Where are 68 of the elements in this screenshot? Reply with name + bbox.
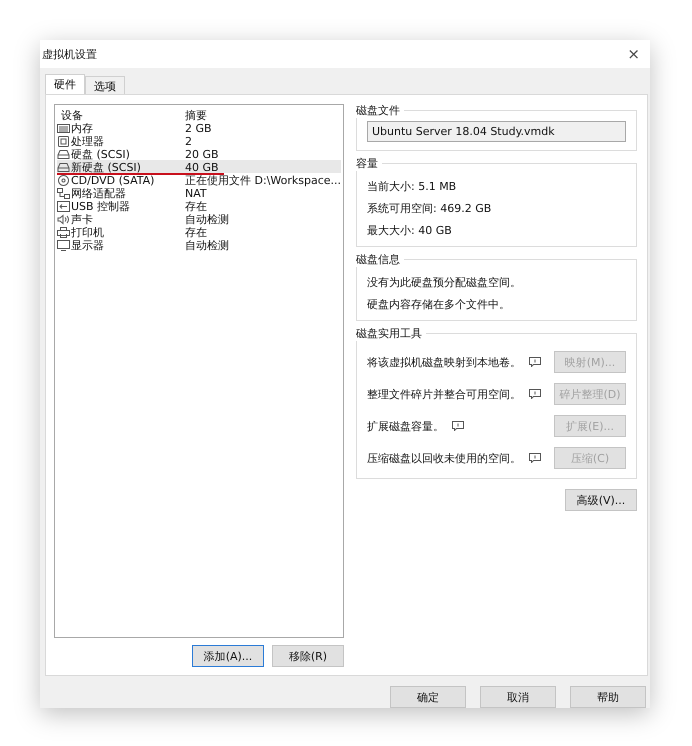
device-summary: 40 GB <box>185 161 220 174</box>
capacity-text: 最大大小: 40 GB <box>367 223 453 238</box>
device-name: 新硬盘 (SCSI) <box>71 160 141 175</box>
info-icon <box>452 421 464 431</box>
device-summary: 存在 <box>185 199 208 214</box>
device-summary: NAT <box>185 187 208 200</box>
processor-icon <box>57 136 70 147</box>
disk-file-field[interactable]: Ubuntu Server 18.04 Study.vmdk <box>367 121 626 142</box>
add-button[interactable]: 添加(A)... <box>192 645 264 667</box>
remove-button[interactable]: 移除(R) <box>272 645 344 667</box>
capacity-text: 当前大小: 5.1 MB <box>367 179 458 194</box>
device-name: USB 控制器 <box>71 199 130 214</box>
group-title: 容量 <box>356 156 382 171</box>
device-summary: 自动检测 <box>185 212 230 227</box>
advanced-button[interactable]: 高级(V)... <box>565 489 637 511</box>
speaker-icon <box>57 214 70 225</box>
device-row[interactable]: 显示器 自动检测 <box>57 238 341 251</box>
utility-text: 整理文件碎片并整合可用空间。 <box>367 386 521 402</box>
device-summary: 2 <box>185 135 193 148</box>
group-title: 磁盘文件 <box>356 103 404 118</box>
device-name: 内存 <box>71 121 93 136</box>
info-text: 硬盘内容存储在多个文件中。 <box>367 297 511 312</box>
device-name: 声卡 <box>71 212 93 227</box>
info-icon <box>529 389 541 399</box>
capacity-text: 系统可用空间: 469.2 GB <box>367 201 492 216</box>
device-name: 打印机 <box>71 225 104 240</box>
device-name: 显示器 <box>71 238 104 253</box>
device-name: CD/DVD (SATA) <box>71 174 154 187</box>
device-name: 硬盘 (SCSI) <box>71 147 130 162</box>
device-summary: 正在使用文件 D:\Workspace... <box>185 173 341 188</box>
close-button[interactable]: × <box>623 45 644 63</box>
device-row[interactable]: 网络适配器 NAT <box>57 186 341 199</box>
device-summary: 存在 <box>185 225 208 240</box>
monitor-icon <box>57 240 70 251</box>
device-row[interactable]: 处理器 2 <box>57 134 341 147</box>
device-row[interactable]: CD/DVD (SATA) 正在使用文件 D:\Workspace... <box>57 173 341 186</box>
cancel-button[interactable]: 取消 <box>480 686 556 708</box>
memory-icon <box>57 123 70 134</box>
device-row[interactable]: 打印机 存在 <box>57 225 341 238</box>
tab[interactable]: 硬件 <box>45 74 85 94</box>
device-summary: 2 GB <box>185 122 213 135</box>
device-row[interactable]: 声卡 自动检测 <box>57 212 341 225</box>
device-row[interactable]: 内存 2 GB <box>57 121 341 134</box>
printer-icon <box>57 227 70 238</box>
ok-button[interactable]: 确定 <box>390 686 466 708</box>
group-title: 磁盘信息 <box>356 252 404 267</box>
device-row[interactable]: 新硬盘 (SCSI) 40 GB <box>57 160 341 173</box>
device-name: 处理器 <box>71 134 104 149</box>
device-name: 网络适配器 <box>71 186 126 201</box>
disc-icon <box>57 175 70 186</box>
info-icon <box>529 453 541 463</box>
device-summary: 20 GB <box>185 148 220 161</box>
device-summary: 自动检测 <box>185 238 230 253</box>
usb-icon <box>57 201 70 212</box>
column-header: 摘要 <box>185 108 208 123</box>
device-row[interactable]: USB 控制器 存在 <box>57 199 341 212</box>
utility-text: 压缩磁盘以回收未使用的空间。 <box>367 450 521 466</box>
utility-text: 扩展磁盘容量。 <box>367 418 444 434</box>
group-title: 磁盘实用工具 <box>356 326 426 341</box>
info-text: 没有为此硬盘预分配磁盘空间。 <box>367 275 522 290</box>
column-header: 设备 <box>60 108 84 123</box>
info-icon <box>529 357 541 367</box>
tab[interactable]: 选项 <box>85 76 125 94</box>
utility-text: 将该虚拟机磁盘映射到本地卷。 <box>367 354 521 370</box>
help-button[interactable]: 帮助 <box>570 686 646 708</box>
window-title: 虚拟机设置 <box>42 46 97 62</box>
device-row[interactable]: 硬盘 (SCSI) 20 GB <box>57 147 341 160</box>
network-icon <box>57 188 70 199</box>
